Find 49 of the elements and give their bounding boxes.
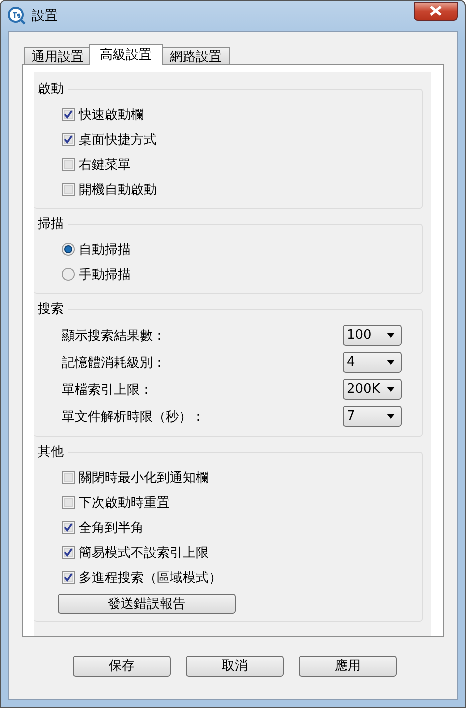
radio-label: 手動掃描 (79, 266, 131, 284)
group-title: 搜索 (37, 301, 65, 318)
radio-label: 自動掃描 (79, 242, 131, 258)
radio-button[interactable] (62, 268, 75, 281)
group-title: 掃描 (37, 216, 65, 233)
dropdown[interactable]: 200K (343, 379, 402, 400)
close-button[interactable] (414, 2, 458, 20)
checkbox-label: 桌面快捷方式 (79, 132, 157, 148)
checkbox-label: 全角到半角 (79, 520, 144, 536)
dropdown[interactable]: 100 (343, 325, 402, 346)
close-icon (430, 6, 442, 16)
group-title: 其他 (37, 444, 65, 461)
checkbox[interactable] (62, 471, 75, 484)
checkbox[interactable] (62, 521, 75, 534)
dialog-button[interactable]: 保存 (73, 656, 171, 676)
dialog-button[interactable]: 應用 (299, 656, 397, 676)
checkbox-label: 快速啟動欄 (79, 106, 144, 124)
tab[interactable]: 通用設置 (24, 47, 92, 65)
dropdown[interactable]: 7 (343, 406, 402, 427)
tab[interactable]: 高級設置 (89, 44, 163, 65)
setting-label: 顯示搜索結果數： (62, 328, 166, 344)
caret-icon (387, 414, 395, 419)
tab[interactable]: 網路設置 (162, 47, 230, 65)
checkbox-label: 簡易模式不設索引上限 (79, 544, 209, 562)
group-title: 啟動 (37, 81, 65, 98)
report-button[interactable]: 發送錯誤報告 (58, 594, 236, 614)
checkbox[interactable] (62, 133, 75, 146)
checkbox[interactable] (62, 571, 75, 584)
caret-icon (387, 333, 395, 338)
radio-button[interactable] (62, 243, 75, 256)
checkbox-label: 多進程搜索（區域模式） (79, 570, 222, 586)
checkbox-label: 右鍵菜單 (79, 156, 131, 174)
checkbox[interactable] (62, 183, 75, 196)
checkbox[interactable] (62, 108, 75, 121)
dialog-button[interactable]: 取消 (186, 656, 284, 676)
setting-label: 單檔索引上限： (62, 382, 153, 398)
window-title: 設置 (32, 8, 59, 25)
checkbox[interactable] (62, 158, 75, 171)
checkbox-label: 關閉時最小化到通知欄 (79, 470, 209, 486)
checkbox[interactable] (62, 546, 75, 559)
app-logo-icon (8, 7, 26, 25)
checkbox-label: 下次啟動時重置 (79, 494, 170, 512)
dropdown[interactable]: 4 (343, 352, 402, 373)
setting-label: 單文件解析時限（秒）： (62, 408, 205, 426)
checkbox[interactable] (62, 496, 75, 509)
caret-icon (387, 360, 395, 365)
checkbox-label: 開機自動啟動 (79, 182, 157, 198)
caret-icon (387, 387, 395, 392)
setting-label: 記憶體消耗級別： (62, 354, 166, 372)
